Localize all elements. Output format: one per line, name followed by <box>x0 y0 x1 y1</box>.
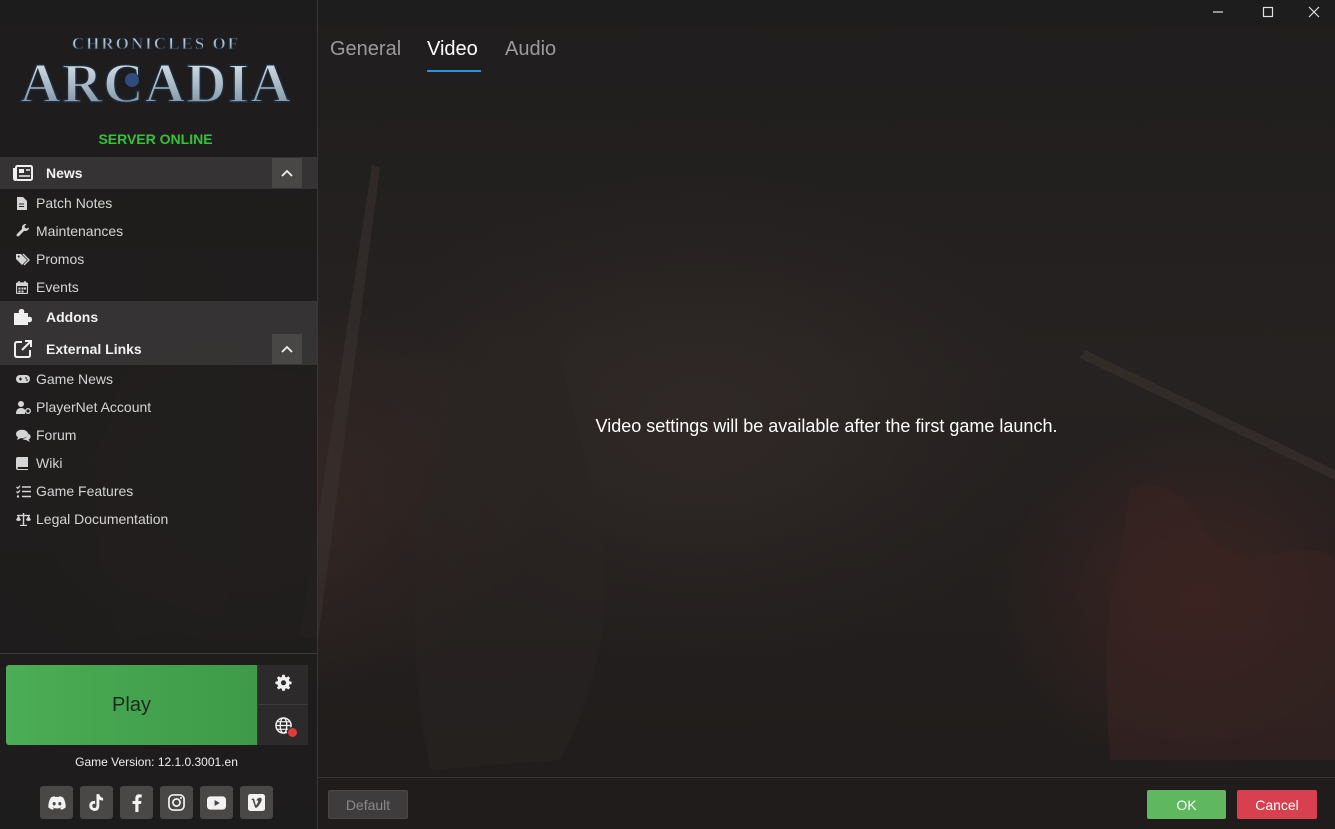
sidebar-item-label: PlayerNet Account <box>36 399 152 415</box>
external-link-icon <box>0 340 46 358</box>
wrench-icon <box>16 224 36 238</box>
close-icon[interactable] <box>1291 0 1335 24</box>
server-status: SERVER ONLINE <box>98 131 213 147</box>
sidebar-item-label: Game Features <box>36 483 134 499</box>
instagram-icon[interactable] <box>160 786 193 819</box>
calendar-icon <box>16 280 36 294</box>
list-check-icon <box>16 484 36 498</box>
sidebar-item-promos[interactable]: Promos <box>16 248 84 270</box>
sidebar-item-label: Forum <box>36 427 77 443</box>
tiktok-icon[interactable] <box>80 786 113 819</box>
sidebar-item-maintenances[interactable]: Maintenances <box>16 220 123 242</box>
vimeo-icon[interactable] <box>240 786 273 819</box>
game-logo: CHRONICLES OF ARCADIA <box>14 30 299 116</box>
sidebar-divider <box>0 653 317 654</box>
sidebar-item-playernet-account[interactable]: PlayerNet Account <box>16 396 151 418</box>
section-addons-label: Addons <box>46 309 99 325</box>
active-tab-indicator <box>427 70 481 72</box>
user-gear-icon <box>16 400 36 414</box>
game-version-label: Game Version: 12.1.0.3001.en <box>75 755 238 769</box>
footer-divider <box>318 777 1335 778</box>
title-bar <box>318 0 1335 26</box>
newspaper-icon <box>0 165 46 181</box>
game-version: Game Version: 12.1.0.3001.en <box>0 755 313 769</box>
document-icon <box>16 196 36 210</box>
gamepad-icon <box>16 374 36 384</box>
sidebar-item-label: Legal Documentation <box>36 511 169 527</box>
discord-icon[interactable] <box>40 786 73 819</box>
sidebar-item-legal-documentation[interactable]: Legal Documentation <box>16 508 168 530</box>
chevron-up-icon[interactable] <box>272 334 302 364</box>
video-settings-message: Video settings will be available after t… <box>595 416 1058 436</box>
sidebar-item-label: Events <box>36 279 79 295</box>
section-external-links[interactable]: External Links <box>0 333 317 365</box>
section-news-label: News <box>46 165 83 181</box>
ok-button[interactable]: OK <box>1147 790 1226 819</box>
social-links <box>40 786 273 819</box>
maximize-icon[interactable] <box>1245 0 1291 24</box>
chevron-up-icon[interactable] <box>272 158 302 188</box>
default-button[interactable]: Default <box>328 790 408 819</box>
minimize-icon[interactable] <box>1195 0 1241 24</box>
book-icon <box>16 456 36 470</box>
play-button[interactable]: Play <box>6 665 257 745</box>
tags-icon <box>16 253 36 266</box>
puzzle-icon <box>0 308 46 326</box>
section-addons[interactable]: Addons <box>0 301 317 333</box>
logo-main-text: ARCADIA <box>20 53 291 115</box>
gear-icon <box>274 674 292 696</box>
sidebar-item-events[interactable]: Events <box>16 276 79 298</box>
sidebar-item-label: Wiki <box>36 455 63 471</box>
sidebar-item-label: Promos <box>36 251 85 267</box>
youtube-icon[interactable] <box>200 786 233 819</box>
sidebar-item-patch-notes[interactable]: Patch Notes <box>16 192 112 214</box>
sidebar-item-wiki[interactable]: Wiki <box>16 452 62 474</box>
sidebar-item-label: Patch Notes <box>36 195 113 211</box>
sidebar-item-game-features[interactable]: Game Features <box>16 480 133 502</box>
sidebar-item-label: Maintenances <box>36 223 124 239</box>
tab-video[interactable]: Video <box>427 38 478 61</box>
tab-general[interactable]: General <box>330 38 401 61</box>
sidebar: CHRONICLES OF ARCADIA SERVER ONLINE News… <box>0 0 318 829</box>
cancel-button[interactable]: Cancel <box>1237 790 1317 819</box>
sidebar-item-label: Game News <box>36 371 114 387</box>
scale-icon <box>16 512 36 526</box>
language-button[interactable] <box>257 705 308 745</box>
facebook-icon[interactable] <box>120 786 153 819</box>
settings-button[interactable] <box>257 665 308 705</box>
sidebar-item-game-news[interactable]: Game News <box>16 368 113 390</box>
tab-audio[interactable]: Audio <box>505 38 556 61</box>
sidebar-item-forum[interactable]: Forum <box>16 424 76 446</box>
notification-badge <box>287 727 298 738</box>
logo-top-text: CHRONICLES OF <box>72 34 240 53</box>
comments-icon <box>16 429 36 442</box>
section-news[interactable]: News <box>0 157 317 189</box>
section-external-links-label: External Links <box>46 341 142 357</box>
